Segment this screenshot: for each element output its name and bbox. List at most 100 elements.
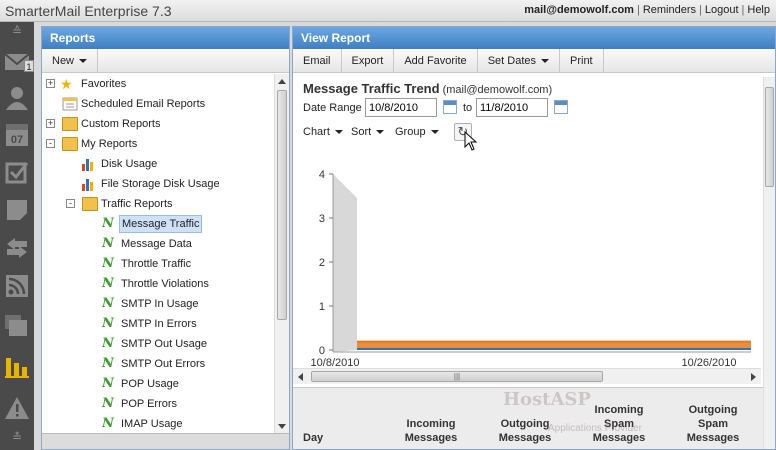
tree-item-label: SMTP Out Usage — [121, 338, 207, 350]
alerts-icon[interactable] — [3, 394, 31, 422]
folder-open-icon — [82, 197, 98, 211]
report-scrollbar[interactable] — [763, 77, 775, 449]
tree-item-disk-usage[interactable]: Disk Usage — [42, 154, 275, 174]
tree-item-file-storage-disk-usage[interactable]: File Storage Disk Usage — [42, 174, 275, 194]
tree-item-label: POP Errors — [121, 398, 178, 410]
chart-side-wall — [333, 174, 357, 352]
reports-tree: + ★ Favorites Scheduled Email Reports + … — [42, 74, 275, 434]
date-to-input[interactable] — [476, 98, 548, 117]
tree-item-pop-errors[interactable]: N POP Errors — [42, 394, 275, 414]
date-from-input[interactable] — [365, 98, 437, 117]
report-title: Message Traffic Trend (mail@demowolf.com) — [303, 81, 552, 96]
tree-item-throttle-violations[interactable]: N Throttle Violations — [42, 274, 275, 294]
chevron-down-icon — [430, 130, 439, 135]
group-dropdown[interactable]: Group — [395, 123, 439, 141]
watermark-subtitle: Applications Provider — [548, 423, 642, 434]
tree-item-throttle-traffic[interactable]: N Throttle Traffic — [42, 254, 275, 274]
scroll-left-icon[interactable] — [298, 373, 303, 381]
logout-link[interactable]: Logout — [705, 4, 739, 16]
line-report-icon: N — [102, 256, 114, 271]
expand-icon[interactable]: + — [46, 79, 55, 88]
nav-rail: ≙ 1 07 ≛ — [0, 22, 34, 450]
sort-dropdown-label: Sort — [351, 126, 372, 138]
calendar-picker-icon[interactable] — [554, 100, 568, 114]
reports-panel-title: Reports — [42, 27, 289, 49]
scroll-up-icon[interactable] — [278, 79, 286, 84]
tree-item-label: Scheduled Email Reports — [81, 98, 206, 110]
collapse-icon[interactable]: - — [66, 199, 75, 208]
line-report-icon: N — [102, 376, 114, 391]
contacts-icon[interactable] — [3, 84, 31, 112]
date-to-label: to — [463, 102, 473, 114]
chevron-down-icon — [334, 130, 343, 135]
line-report-icon: N — [102, 216, 114, 231]
rss-icon[interactable] — [3, 272, 31, 300]
tree-item-label: Throttle Violations — [121, 278, 209, 290]
tasks-icon[interactable] — [3, 158, 31, 186]
tree-item-my-reports[interactable]: - My Reports — [42, 134, 275, 154]
expand-icon[interactable]: + — [46, 119, 55, 128]
chevron-down-icon — [79, 59, 88, 64]
column-header-day[interactable]: Day — [303, 431, 323, 445]
print-button[interactable]: Print — [560, 49, 604, 73]
tree-item-message-data[interactable]: N Message Data — [42, 234, 275, 254]
report-title-text: Message Traffic Trend — [303, 81, 440, 96]
column-header-incoming[interactable]: Incoming Messages — [399, 417, 463, 445]
y-tick-label: 2 — [319, 257, 325, 269]
user-email-link[interactable]: mail@demowolf.com — [524, 4, 634, 16]
report-account: (mail@demowolf.com) — [442, 84, 553, 96]
new-report-label: New — [52, 55, 75, 67]
reports-icon[interactable] — [3, 352, 31, 380]
tree-item-custom-reports[interactable]: + Custom Reports — [42, 114, 275, 134]
date-range-label: Date Range — [303, 102, 362, 114]
calendar-icon[interactable]: 07 — [3, 120, 31, 148]
scrollbar-thumb[interactable] — [277, 90, 287, 320]
tree-item-label: Message Traffic — [119, 215, 203, 233]
add-favorite-button[interactable]: Add Favorite — [394, 49, 478, 73]
collapse-icon[interactable]: - — [46, 139, 55, 148]
tree-item-scheduled-email-reports[interactable]: Scheduled Email Reports — [42, 94, 275, 114]
reports-panel: Reports New + ★ Favorites Scheduled Emai… — [41, 26, 290, 450]
sort-dropdown[interactable]: Sort — [351, 123, 385, 141]
scrollbar-thumb[interactable]: ||| — [311, 371, 603, 382]
y-tick-label: 1 — [319, 301, 325, 313]
report-toolbar: Email Export Add Favorite Set Dates Prin… — [293, 49, 775, 73]
unread-badge: 1 — [24, 60, 34, 72]
tree-item-label: SMTP Out Errors — [121, 358, 206, 370]
tree-item-label: SMTP In Usage — [121, 298, 199, 310]
line-report-icon: N — [102, 236, 114, 251]
new-report-button[interactable]: New — [42, 49, 99, 73]
export-button[interactable]: Export — [342, 49, 395, 73]
tree-item-favorites[interactable]: + ★ Favorites — [42, 74, 275, 94]
tree-item-smtp-out-errors[interactable]: N SMTP Out Errors — [42, 354, 275, 374]
chevron-up-icon[interactable]: ≙ — [3, 22, 31, 40]
notes-icon[interactable] — [3, 196, 31, 224]
chevron-down-icon[interactable]: ≛ — [3, 428, 31, 446]
help-link[interactable]: Help — [747, 4, 770, 16]
scrollbar-thumb[interactable] — [765, 87, 774, 187]
tree-scrollbar[interactable] — [274, 74, 289, 434]
set-dates-button[interactable]: Set Dates — [478, 49, 560, 73]
folders-icon[interactable] — [3, 312, 31, 340]
folder-icon — [62, 117, 78, 131]
tree-item-pop-usage[interactable]: N POP Usage — [42, 374, 275, 394]
tree-item-message-traffic[interactable]: N Message Traffic — [42, 214, 275, 234]
reminders-link[interactable]: Reminders — [643, 4, 696, 16]
tree-item-imap-usage[interactable]: N IMAP Usage — [42, 414, 275, 434]
chart-dropdown[interactable]: Chart — [303, 123, 343, 141]
line-report-icon: N — [102, 416, 114, 431]
email-button[interactable]: Email — [293, 49, 342, 73]
scroll-right-icon[interactable] — [751, 373, 756, 381]
sync-icon[interactable] — [3, 234, 31, 262]
tree-item-label: Custom Reports — [81, 118, 161, 130]
tree-item-smtp-out-usage[interactable]: N SMTP Out Usage — [42, 334, 275, 354]
calendar-picker-icon[interactable] — [443, 100, 457, 114]
tree-item-smtp-in-errors[interactable]: N SMTP In Errors — [42, 314, 275, 334]
chart-scrollbar[interactable]: ||| — [293, 368, 761, 384]
y-tick-label: 4 — [319, 169, 325, 181]
scroll-down-icon[interactable] — [278, 424, 286, 429]
tree-item-smtp-in-usage[interactable]: N SMTP In Usage — [42, 294, 275, 314]
tree-item-traffic-reports[interactable]: - Traffic Reports — [42, 194, 275, 214]
chevron-down-icon — [541, 59, 549, 64]
column-header-outgoing-spam[interactable]: Outgoing Spam Messages — [681, 403, 745, 445]
